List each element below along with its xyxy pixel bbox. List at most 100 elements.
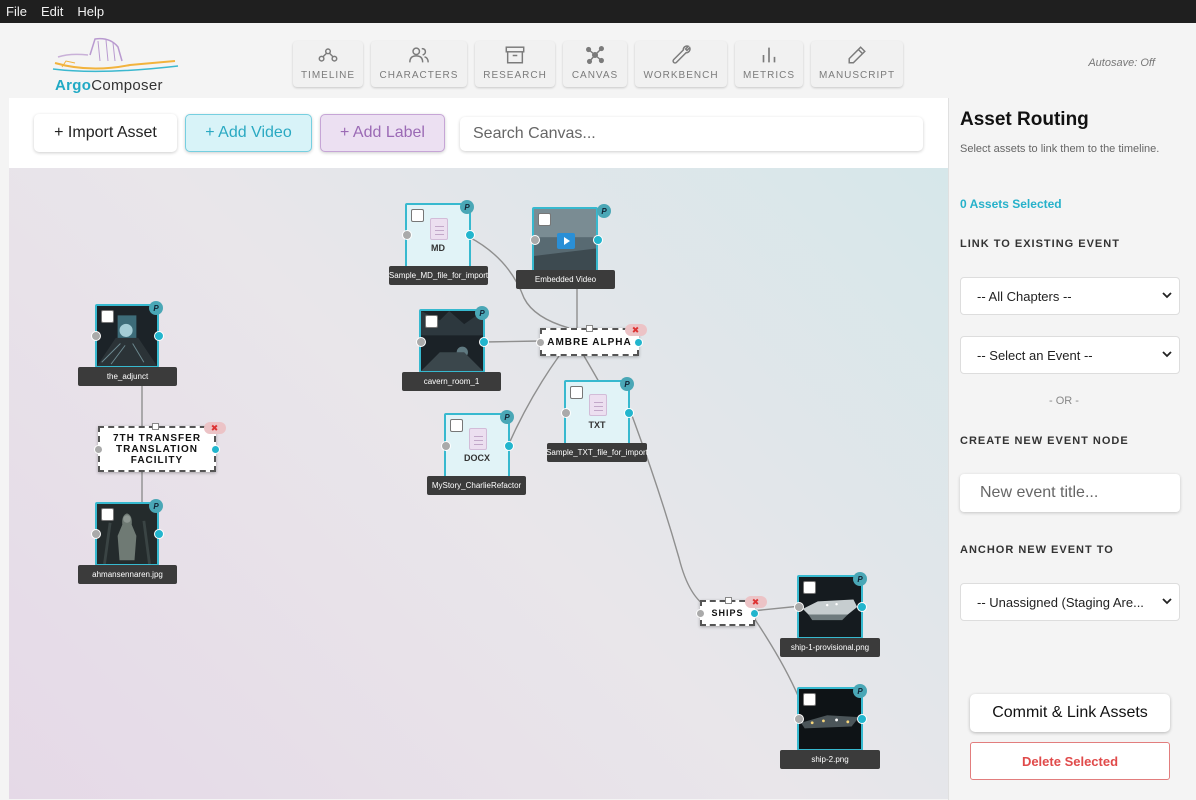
asset-caption: Embedded Video [516, 270, 615, 289]
timeline-icon [318, 48, 338, 62]
add-label-button[interactable]: + Add Label [320, 114, 445, 152]
delete-selected-button[interactable]: Delete Selected [970, 742, 1170, 780]
input-port[interactable] [794, 714, 804, 724]
archive-icon [505, 46, 525, 64]
asset-node[interactable]: P the_adjunct [78, 301, 178, 387]
commit-link-button[interactable]: Commit & Link Assets [970, 694, 1170, 732]
output-port[interactable] [479, 337, 489, 347]
tab-research[interactable]: RESEARCH [475, 41, 555, 87]
output-port[interactable] [154, 529, 164, 539]
pin-badge-icon[interactable]: P [460, 200, 474, 214]
select-checkbox[interactable] [411, 209, 424, 222]
asset-caption: the_adjunct [78, 367, 177, 386]
output-port[interactable] [154, 331, 164, 341]
input-port[interactable] [94, 445, 103, 454]
anchor-select[interactable]: -- Unassigned (Staging Are... [960, 583, 1180, 621]
asset-thumbnail: TXT [564, 380, 630, 446]
menu-file[interactable]: File [6, 4, 27, 19]
delete-event-icon[interactable]: ✖ [745, 596, 767, 608]
output-port[interactable] [857, 714, 867, 724]
delete-event-icon[interactable]: ✖ [625, 324, 647, 336]
search-canvas-input[interactable]: Search Canvas... [460, 117, 923, 151]
output-port[interactable] [857, 602, 867, 612]
pin-badge-icon[interactable]: P [620, 377, 634, 391]
event-node[interactable]: SHIPS ✖ [696, 596, 767, 626]
output-port[interactable] [593, 235, 603, 245]
tab-manuscript[interactable]: MANUSCRIPT [811, 41, 903, 87]
app-logo[interactable]: ArgoComposer [50, 33, 180, 98]
input-port[interactable] [441, 441, 451, 451]
document-icon [589, 394, 607, 416]
event-title: AMBRE ALPHA [547, 336, 632, 348]
select-checkbox[interactable] [450, 419, 463, 432]
panel-subtitle: Select assets to link them to the timeli… [960, 143, 1160, 155]
asset-caption: MyStory_CharlieRefactor [427, 476, 526, 495]
asset-node[interactable]: DOCX P MyStory_CharlieRefactor [427, 410, 527, 496]
input-port[interactable] [794, 602, 804, 612]
output-port[interactable] [465, 230, 475, 240]
input-port[interactable] [91, 331, 101, 341]
select-checkbox[interactable] [101, 310, 114, 323]
input-port[interactable] [416, 337, 426, 347]
add-video-button[interactable]: + Add Video [185, 114, 312, 152]
tab-workbench[interactable]: WORKBENCH [635, 41, 727, 87]
input-port[interactable] [536, 338, 545, 347]
delete-event-icon[interactable]: ✖ [204, 422, 226, 434]
input-port[interactable] [561, 408, 571, 418]
tab-timeline[interactable]: TIMELINE [293, 41, 363, 87]
asset-node[interactable]: P ship-2.png [780, 684, 880, 770]
select-checkbox[interactable] [538, 213, 551, 226]
output-port[interactable] [504, 441, 514, 451]
select-checkbox[interactable] [425, 315, 438, 328]
asset-caption: Sample_MD_file_for_import [389, 266, 488, 285]
pin-badge-icon[interactable]: P [475, 306, 489, 320]
select-checkbox[interactable] [570, 386, 583, 399]
drag-handle[interactable] [152, 423, 159, 430]
pin-badge-icon[interactable]: P [500, 410, 514, 424]
tab-metrics[interactable]: METRICS [735, 41, 803, 87]
import-asset-button[interactable]: + Import Asset [34, 114, 177, 152]
event-select[interactable]: -- Select an Event -- [960, 336, 1180, 374]
event-node[interactable]: AMBRE ALPHA ✖ [536, 324, 647, 356]
selected-count: 0 Assets Selected [960, 197, 1062, 211]
pin-badge-icon[interactable]: P [853, 684, 867, 698]
select-checkbox[interactable] [803, 581, 816, 594]
output-port[interactable] [624, 408, 634, 418]
new-event-title-input[interactable]: New event title... [960, 474, 1180, 512]
node-canvas[interactable]: P the_adjunct 7TH TRANSFER TRANSLATION F… [9, 168, 948, 799]
tab-characters[interactable]: CHARACTERS [371, 41, 467, 87]
asset-node[interactable]: TXT P Sample_TXT_file_for_import [546, 377, 648, 463]
chapter-select[interactable]: -- All Chapters -- [960, 277, 1180, 315]
asset-node[interactable]: P ship-1-provisional.png [780, 572, 880, 658]
asset-node[interactable]: P Embedded Video [516, 204, 616, 290]
pin-badge-icon[interactable]: P [149, 301, 163, 315]
canvas-toolbar: + Import Asset + Add Video + Add Label S… [9, 98, 948, 168]
asset-node[interactable]: MD P Sample_MD_file_for_import [389, 200, 489, 286]
select-checkbox[interactable] [803, 693, 816, 706]
asset-thumbnail [95, 502, 159, 566]
tab-canvas[interactable]: CANVAS [563, 41, 627, 87]
pin-badge-icon[interactable]: P [853, 572, 867, 586]
event-node[interactable]: 7TH TRANSFER TRANSLATION FACILITY ✖ [94, 422, 226, 472]
menu-edit[interactable]: Edit [41, 4, 63, 19]
drag-handle[interactable] [725, 597, 732, 604]
pin-badge-icon[interactable]: P [149, 499, 163, 513]
output-port[interactable] [634, 338, 643, 347]
input-port[interactable] [91, 529, 101, 539]
pin-badge-icon[interactable]: P [597, 204, 611, 218]
drag-handle[interactable] [586, 325, 593, 332]
input-port[interactable] [402, 230, 412, 240]
or-divider: - OR - [1049, 395, 1079, 407]
output-port[interactable] [211, 445, 220, 454]
asset-node[interactable]: P ahmansennaren.jpg [78, 499, 178, 585]
input-port[interactable] [530, 235, 540, 245]
menu-help[interactable]: Help [77, 4, 104, 19]
event-title: 7TH TRANSFER TRANSLATION FACILITY [112, 432, 202, 466]
select-checkbox[interactable] [101, 508, 114, 521]
input-port[interactable] [696, 609, 705, 618]
users-icon [409, 47, 429, 63]
output-port[interactable] [750, 609, 759, 618]
asset-node[interactable]: P cavern_room_1 [402, 306, 502, 392]
asset-thumbnail: MD [405, 203, 471, 269]
document-icon [430, 218, 448, 240]
